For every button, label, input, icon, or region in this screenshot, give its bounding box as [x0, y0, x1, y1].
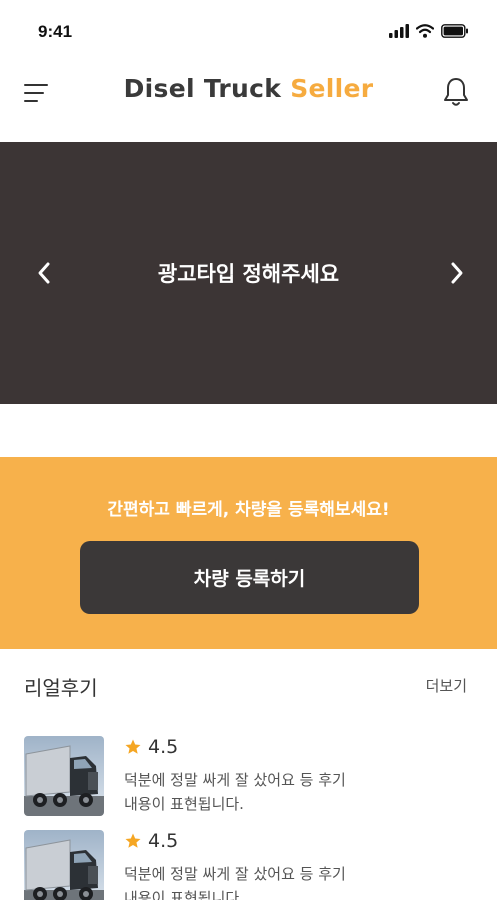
rating-value: 4.5	[148, 830, 179, 852]
rating-value: 4.5	[148, 736, 179, 758]
register-vehicle-button[interactable]: 차량 등록하기	[80, 541, 419, 614]
review-item[interactable]: 4.5 덕분에 정말 싸게 잘 샀어요 등 후기 내용이 표현됩니다.	[0, 830, 497, 900]
review-rating: 4.5	[124, 736, 178, 758]
status-time: 9:41	[38, 22, 73, 41]
review-list: 4.5 덕분에 정말 싸게 잘 샀어요 등 후기 내용이 표현됩니다. 4.5 …	[0, 736, 497, 900]
bell-icon[interactable]	[441, 76, 471, 108]
truck-thumbnail	[24, 830, 104, 900]
review-text: 덕분에 정말 싸게 잘 샀어요 등 후기 내용이 표현됩니다.	[124, 771, 346, 813]
wifi-icon	[416, 24, 434, 38]
reviews-title: 리얼후기	[24, 676, 98, 700]
star-icon	[125, 833, 141, 848]
app-title-main: Disel Truck	[123, 74, 282, 103]
star-icon	[125, 739, 141, 754]
reviews-header: 리얼후기 더보기	[0, 668, 497, 708]
review-item[interactable]: 4.5 덕분에 정말 싸게 잘 샀어요 등 후기 내용이 표현됩니다.	[0, 736, 497, 830]
banner-text: 광고타입 정해주세요	[157, 262, 340, 286]
status-icons	[389, 24, 469, 38]
battery-icon	[441, 24, 468, 38]
app-title: Disel Truck Seller	[0, 74, 497, 103]
truck-thumbnail	[24, 736, 104, 816]
cta-text: 간편하고 빠르게, 차량을 등록해보세요!	[107, 500, 390, 520]
chevron-right-icon[interactable]	[445, 258, 469, 288]
register-cta-section: 간편하고 빠르게, 차량을 등록해보세요! 차량 등록하기	[0, 457, 497, 649]
app-header: Disel Truck Seller	[0, 62, 497, 142]
review-rating: 4.5	[124, 830, 178, 852]
ad-banner[interactable]: 광고타입 정해주세요	[0, 142, 497, 404]
signal-icon	[389, 24, 409, 38]
reviews-more-link[interactable]: 더보기	[426, 675, 467, 696]
status-bar: 9:41	[0, 0, 497, 62]
review-text: 덕분에 정말 싸게 잘 샀어요 등 후기 내용이 표현됩니다.	[124, 865, 346, 900]
app-title-accent: Seller	[290, 74, 374, 103]
